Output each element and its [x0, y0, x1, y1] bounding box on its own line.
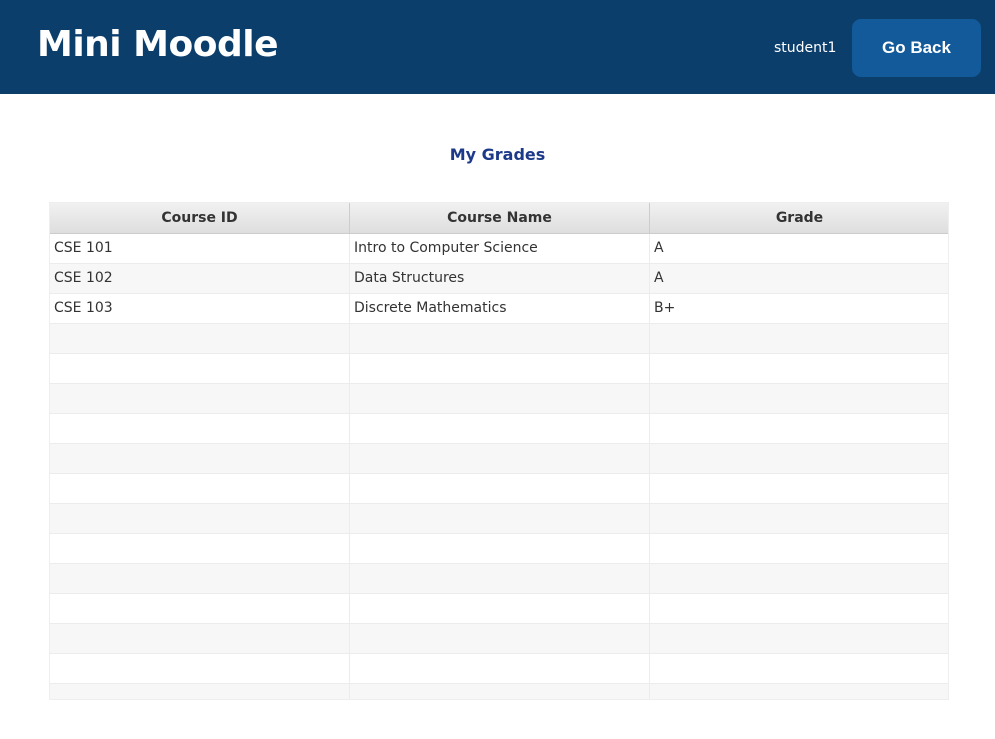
- table-cell: [350, 594, 650, 623]
- table-row[interactable]: [50, 564, 948, 594]
- grades-table: Course ID Course Name Grade CSE 101 Intro…: [49, 202, 949, 700]
- table-cell: [650, 324, 948, 353]
- table-row[interactable]: [50, 684, 948, 699]
- table-cell: CSE 103: [50, 294, 350, 323]
- table-cell: [50, 474, 350, 503]
- table-cell: [350, 384, 650, 413]
- table-cell: [650, 354, 948, 383]
- table-body: CSE 101 Intro to Computer Science A CSE 102…: [50, 234, 948, 699]
- table-cell: [350, 504, 650, 533]
- table-cell: [50, 504, 350, 533]
- table-cell: [50, 684, 350, 699]
- table-row[interactable]: [50, 444, 948, 474]
- table-row[interactable]: [50, 594, 948, 624]
- table-cell: B+: [650, 294, 948, 323]
- table-cell: [350, 474, 650, 503]
- table-cell: [350, 654, 650, 683]
- table-row[interactable]: CSE 103 Discrete Mathematics B+: [50, 294, 948, 324]
- table-cell: A: [650, 264, 948, 293]
- table-header: Course ID Course Name Grade: [50, 203, 948, 234]
- table-row[interactable]: [50, 624, 948, 654]
- column-header-grade[interactable]: Grade: [650, 203, 948, 233]
- table-cell: Data Structures: [350, 264, 650, 293]
- table-row[interactable]: [50, 504, 948, 534]
- table-cell: [350, 564, 650, 593]
- table-cell: [50, 444, 350, 473]
- table-cell: [650, 534, 948, 563]
- table-cell: [50, 384, 350, 413]
- app-header: Mini Moodle student1 Go Back: [0, 0, 995, 94]
- table-cell: [350, 324, 650, 353]
- table-cell: [650, 504, 948, 533]
- table-cell: [650, 414, 948, 443]
- table-cell: [50, 594, 350, 623]
- table-row[interactable]: [50, 414, 948, 444]
- table-cell: Discrete Mathematics: [350, 294, 650, 323]
- table-cell: [350, 354, 650, 383]
- table-cell: [650, 474, 948, 503]
- app-title: Mini Moodle: [37, 24, 278, 65]
- table-cell: [650, 624, 948, 653]
- table-cell: [650, 684, 948, 699]
- table-cell: [350, 534, 650, 563]
- table-cell: [50, 324, 350, 353]
- page-title: My Grades: [449, 145, 546, 164]
- table-cell: [350, 684, 650, 699]
- table-row[interactable]: [50, 654, 948, 684]
- table-cell: [350, 444, 650, 473]
- column-header-course-name[interactable]: Course Name: [350, 203, 650, 233]
- table-cell: [50, 624, 350, 653]
- go-back-button[interactable]: Go Back: [852, 19, 981, 77]
- table-cell: CSE 101: [50, 234, 350, 263]
- table-cell: [650, 654, 948, 683]
- table-cell: Intro to Computer Science: [350, 234, 650, 263]
- column-header-course-id[interactable]: Course ID: [50, 203, 350, 233]
- table-row[interactable]: [50, 474, 948, 504]
- table-cell: [350, 624, 650, 653]
- table-cell: [50, 534, 350, 563]
- table-row[interactable]: [50, 384, 948, 414]
- table-cell: A: [650, 234, 948, 263]
- table-row[interactable]: CSE 101 Intro to Computer Science A: [50, 234, 948, 264]
- table-cell: [50, 654, 350, 683]
- table-row[interactable]: [50, 324, 948, 354]
- username-label: student1: [774, 40, 837, 56]
- table-cell: [650, 594, 948, 623]
- table-row[interactable]: [50, 354, 948, 384]
- table-cell: [350, 414, 650, 443]
- table-cell: [50, 564, 350, 593]
- table-cell: [650, 384, 948, 413]
- table-row[interactable]: CSE 102 Data Structures A: [50, 264, 948, 294]
- table-cell: [650, 444, 948, 473]
- table-cell: [650, 564, 948, 593]
- table-cell: CSE 102: [50, 264, 350, 293]
- table-cell: [50, 354, 350, 383]
- table-row[interactable]: [50, 534, 948, 564]
- table-cell: [50, 414, 350, 443]
